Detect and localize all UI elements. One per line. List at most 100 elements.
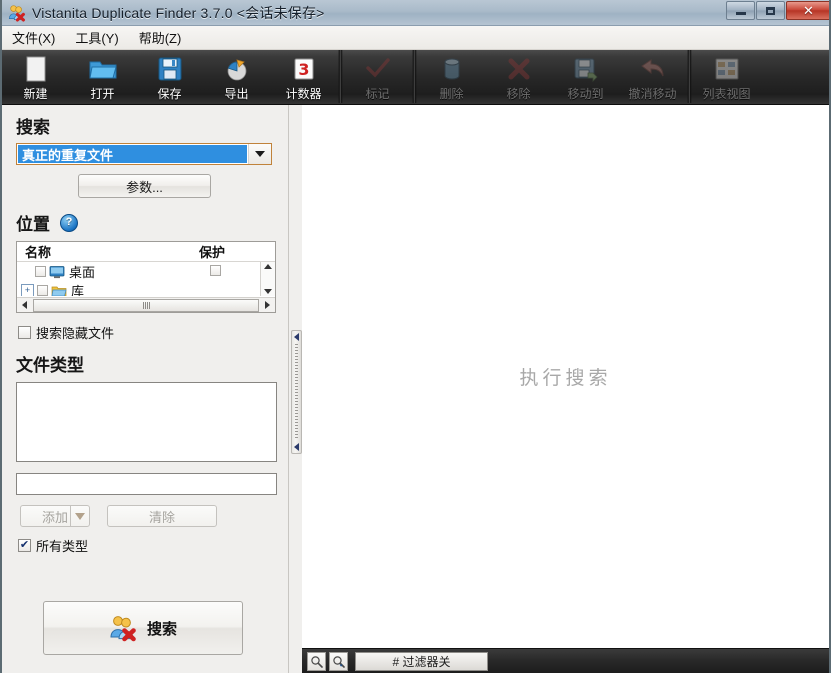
toolbar-label-delete: 删除 [439, 87, 464, 101]
location-heading-label: 位置 [16, 215, 50, 234]
collapse-left-icon[interactable] [294, 443, 299, 451]
remove-red-x-icon [507, 54, 531, 83]
toolbar-label-list-view: 列表视图 [702, 87, 751, 101]
toolbar-button-undo-move[interactable]: 撤消移动 [619, 50, 686, 103]
minimize-button[interactable] [726, 1, 755, 20]
table-row[interactable]: + 库 [17, 281, 259, 296]
minimize-icon [735, 12, 746, 15]
panel-splitter[interactable] [291, 330, 302, 454]
export-pie-chart-icon [223, 54, 251, 83]
magnifier-plus-icon [311, 655, 323, 668]
toolbar-button-list-view[interactable]: 列表视图 [693, 50, 760, 103]
parameters-button-label: 参数... [126, 179, 163, 195]
search-button[interactable]: 搜索 [43, 601, 243, 655]
chevron-down-icon [75, 512, 85, 520]
add-button[interactable]: 添加 [20, 505, 90, 527]
file-types-heading-label: 文件类型 [16, 356, 84, 375]
search-button-label: 搜索 [146, 620, 177, 638]
toolbar-button-mark[interactable]: 标记 [344, 50, 411, 103]
menu-bar: 文件(X) 工具(Y) 帮助(Z) [2, 26, 829, 50]
application-window: Vistanita Duplicate Finder 3.7.0 <会话未保存>… [0, 0, 831, 673]
toolbar-button-delete[interactable]: 删除 [418, 50, 485, 103]
save-floppy-icon [157, 54, 183, 83]
parameters-button[interactable]: 参数... [78, 174, 211, 198]
clear-button[interactable]: 清除 [107, 505, 217, 527]
scroll-right-icon [265, 301, 270, 309]
location-column-protect: 保护 [199, 245, 226, 260]
chevron-down-icon [255, 151, 265, 157]
toolbar-button-save[interactable]: 保存 [136, 50, 203, 103]
scroll-right-button[interactable] [260, 301, 275, 309]
toolbar-label-save: 保存 [157, 87, 182, 101]
close-button[interactable]: ✕ [786, 1, 829, 20]
location-column-name: 名称 [25, 245, 52, 260]
all-types-checkbox-row[interactable]: ✔ 所有类型 [18, 536, 288, 555]
location-horizontal-scrollbar[interactable] [17, 297, 275, 312]
file-types-button-row: 添加 清除 [20, 505, 288, 527]
scroll-up-icon[interactable] [264, 264, 272, 269]
results-placeholder: 执行搜索 [519, 368, 612, 389]
hidden-files-checkbox-row[interactable]: 搜索隐藏文件 [18, 323, 288, 342]
file-types-section-heading: 文件类型 [16, 351, 288, 376]
location-section-heading: 位置 ? [16, 210, 288, 235]
menu-file[interactable]: 文件(X) [2, 25, 65, 50]
file-types-input[interactable] [16, 473, 277, 495]
new-document-icon [23, 54, 49, 83]
delete-cylinder-icon [441, 54, 463, 83]
toolbar-separator [338, 50, 343, 103]
search-mode-dropdown-button[interactable] [248, 144, 271, 164]
toolbar-button-counter[interactable]: 3 计数器 [270, 50, 337, 103]
move-to-floppy-icon [573, 54, 599, 83]
toolbar: 新建 打开 保存 导出 3 计数器 标记 删除 移除 移动到 撤消移动 列表视图 [2, 50, 829, 105]
toolbar-label-open: 打开 [90, 87, 115, 101]
add-dropdown-button[interactable] [70, 506, 89, 526]
toolbar-button-export[interactable]: 导出 [203, 50, 270, 103]
toolbar-button-move-to[interactable]: 移动到 [552, 50, 619, 103]
scroll-down-icon[interactable] [264, 289, 272, 294]
search-section-heading: 搜索 [16, 113, 288, 138]
maximize-button[interactable] [756, 1, 785, 20]
collapse-left-icon[interactable] [294, 333, 299, 341]
toolbar-separator [412, 50, 417, 103]
toolbar-label-new: 新建 [23, 87, 48, 101]
checkmark-icon [365, 54, 391, 83]
tree-expand-icon[interactable]: + [21, 284, 34, 296]
location-row-checkbox[interactable] [37, 285, 48, 296]
filter-status-field[interactable]: # 过滤器关 [355, 651, 488, 671]
location-list-header: 名称 保护 [17, 242, 275, 262]
toolbar-label-counter: 计数器 [285, 87, 322, 101]
scroll-left-button[interactable] [17, 301, 32, 309]
location-protect-checkbox[interactable] [210, 265, 221, 276]
file-types-listbox[interactable] [16, 382, 277, 462]
location-tree-list[interactable]: 名称 保护 桌面 + 库 [16, 241, 276, 313]
window-title: Vistanita Duplicate Finder 3.7.0 <会话未保存> [32, 4, 325, 21]
location-rows: 桌面 + 库 [17, 262, 259, 296]
close-icon: ✕ [803, 3, 814, 18]
all-types-label: 所有类型 [36, 539, 89, 554]
desktop-icon [49, 264, 65, 280]
location-vertical-scrollbar[interactable] [260, 262, 275, 296]
hidden-files-label: 搜索隐藏文件 [36, 326, 115, 341]
menu-help[interactable]: 帮助(Z) [129, 25, 192, 50]
menu-tools[interactable]: 工具(Y) [65, 25, 128, 50]
search-mode-combobox[interactable]: 真正的重复文件 [16, 143, 272, 165]
table-row[interactable]: 桌面 [17, 262, 259, 281]
zoom-out-button[interactable] [329, 651, 348, 671]
scroll-thumb[interactable] [33, 298, 259, 312]
search-heading-label: 搜索 [16, 118, 50, 137]
location-row-label: 桌面 [69, 265, 96, 280]
toolbar-button-new[interactable]: 新建 [2, 50, 69, 103]
clear-button-label: 清除 [148, 509, 175, 525]
toolbar-separator [687, 50, 692, 103]
toolbar-button-open[interactable]: 打开 [69, 50, 136, 103]
counter-calendar-icon: 3 [292, 54, 316, 83]
zoom-in-button[interactable] [307, 651, 326, 671]
toolbar-button-remove[interactable]: 移除 [485, 50, 552, 103]
maximize-icon [766, 6, 775, 15]
hidden-files-checkbox[interactable] [18, 326, 31, 339]
help-icon[interactable]: ? [60, 213, 78, 232]
results-panel: 执行搜索 [302, 105, 829, 648]
all-types-checkbox[interactable]: ✔ [18, 539, 31, 552]
location-row-checkbox[interactable] [35, 266, 46, 277]
